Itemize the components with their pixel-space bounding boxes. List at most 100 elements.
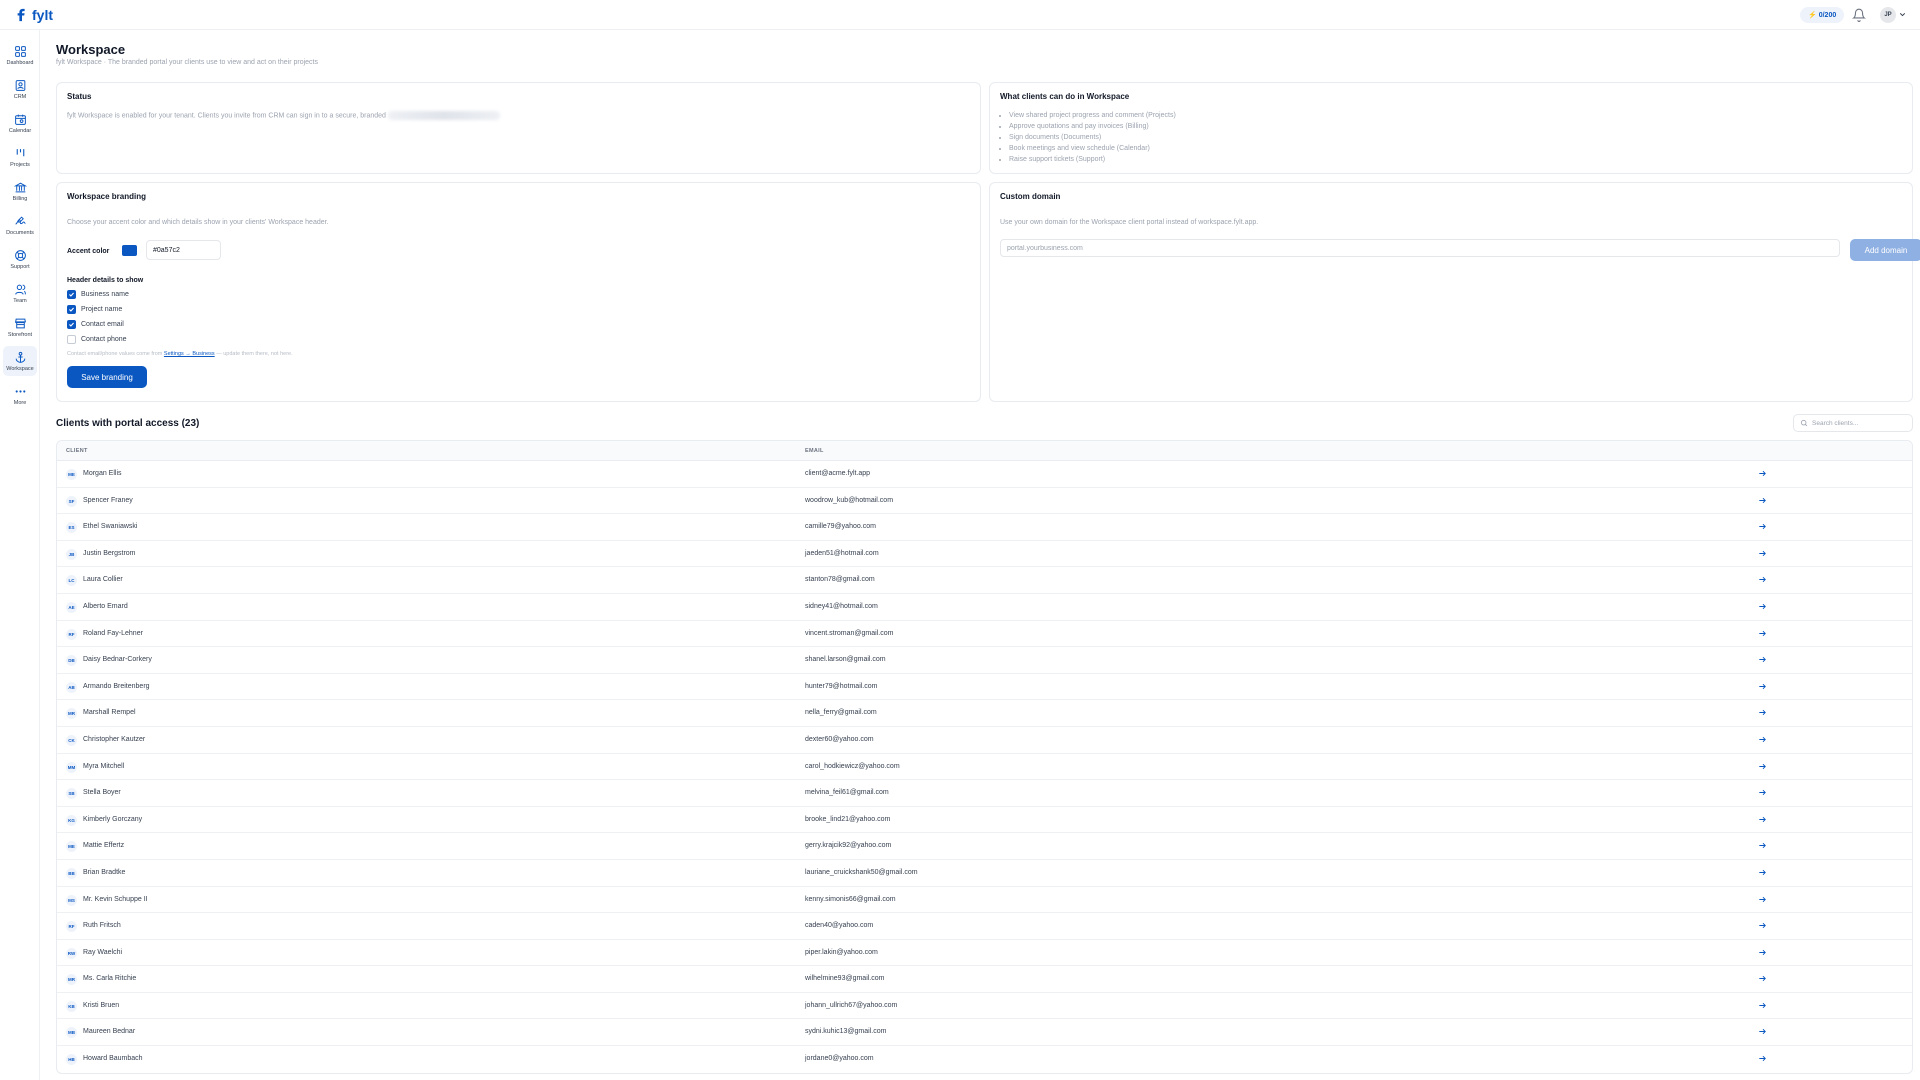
table-row[interactable]: KG Kimberly Gorczany brooke_lind21@yahoo.c…: [57, 807, 1912, 834]
table-row[interactable]: LC Laura Collier stanton78@gmail.com: [57, 567, 1912, 594]
open-arrow-icon[interactable]: [1757, 574, 1768, 585]
client-name: Marshall Rempel: [83, 709, 136, 717]
sidebar-item-projects[interactable]: Projects: [3, 142, 37, 172]
table-row[interactable]: MM Myra Mitchell carol_hodkiewicz@yahoo.co…: [57, 754, 1912, 781]
page-title: Workspace: [56, 42, 126, 57]
open-arrow-icon[interactable]: [1757, 761, 1768, 772]
save-branding-button[interactable]: Save branding: [67, 366, 147, 388]
open-arrow-icon[interactable]: [1757, 947, 1768, 958]
list-item: Sign documents (Documents): [1009, 132, 1176, 143]
table-row[interactable]: AE Alberto Emard sidney41@hotmail.com: [57, 594, 1912, 621]
client-name: Alberto Emard: [83, 602, 128, 610]
table-row[interactable]: MB Maureen Bednar sydni.kuhic13@gmail.com: [57, 1019, 1912, 1047]
sidebar-item-team[interactable]: Team: [3, 278, 37, 308]
bell-icon[interactable]: [1852, 8, 1866, 22]
open-arrow-icon[interactable]: [1757, 973, 1768, 984]
open-arrow-icon[interactable]: [1757, 601, 1768, 612]
table-row[interactable]: KB Kristi Bruen johann_ullrich67@yahoo.com: [57, 993, 1912, 1020]
open-arrow-icon[interactable]: [1757, 734, 1768, 745]
table-row[interactable]: RF Roland Fay-Lehner vincent.stroman@gmail…: [57, 621, 1912, 648]
sidebar-item-storefront[interactable]: Storefront: [3, 312, 37, 342]
table-row[interactable]: SB Stella Boyer melvina_feil61@gmail.com: [57, 780, 1912, 807]
open-arrow-icon[interactable]: [1757, 521, 1768, 532]
branding-card: Workspace branding Choose your accent co…: [56, 182, 981, 402]
checkbox-contact-phone[interactable]: [67, 335, 76, 344]
chevron-down-icon[interactable]: [1898, 10, 1907, 19]
brand-logo[interactable]: fylt: [15, 7, 53, 23]
table-row[interactable]: ES Ethel Swaniawski camille79@yahoo.com: [57, 514, 1912, 541]
open-arrow-icon[interactable]: [1757, 654, 1768, 665]
top-bar: fylt ⚡ 0/200 JP: [0, 0, 1920, 30]
client-name: Daisy Bednar-Corkery: [83, 656, 152, 664]
sidebar-item-label: Documents: [6, 229, 34, 236]
list-item: Book meetings and view schedule (Calenda…: [1009, 143, 1176, 154]
open-arrow-icon[interactable]: [1757, 1026, 1768, 1037]
table-row[interactable]: RW Ray Waelchi piper.lakin@yahoo.com: [57, 940, 1912, 967]
open-arrow-icon[interactable]: [1757, 920, 1768, 931]
open-arrow-icon[interactable]: [1757, 1053, 1768, 1064]
sidebar-item-more[interactable]: More: [3, 380, 37, 410]
table-row[interactable]: AB Armando Breitenberg hunter79@hotmail.co…: [57, 674, 1912, 701]
open-arrow-icon[interactable]: [1757, 867, 1768, 878]
client-email: sidney41@hotmail.com: [805, 602, 878, 610]
open-arrow-icon[interactable]: [1757, 548, 1768, 559]
domain-input[interactable]: [1000, 239, 1840, 257]
add-domain-button[interactable]: Add domain: [1850, 239, 1920, 261]
open-arrow-icon[interactable]: [1757, 707, 1768, 718]
checkbox-project-name[interactable]: [67, 305, 76, 314]
sidebar-item-dashboard[interactable]: Dashboard: [3, 40, 37, 70]
sidebar-item-crm[interactable]: CRM: [3, 74, 37, 104]
accent-color-input[interactable]: [146, 240, 221, 260]
table-row[interactable]: BB Brian Bradtke lauriane_cruickshank50@gm…: [57, 860, 1912, 887]
search-input[interactable]: [1812, 419, 1908, 427]
user-avatar[interactable]: JP: [1880, 7, 1896, 23]
open-arrow-icon[interactable]: [1757, 495, 1768, 506]
table-row[interactable]: DB Daisy Bednar-Corkery shanel.larson@gmai…: [57, 647, 1912, 674]
table-row[interactable]: MR Marshall Rempel nella_ferry@gmail.com: [57, 700, 1912, 727]
sidebar-item-calendar[interactable]: Calendar: [3, 108, 37, 138]
accent-color-swatch[interactable]: [122, 245, 137, 256]
client-email: carol_hodkiewicz@yahoo.com: [805, 762, 900, 770]
open-arrow-icon[interactable]: [1757, 628, 1768, 639]
open-arrow-icon[interactable]: [1757, 1000, 1768, 1011]
checkbox-business-name[interactable]: [67, 290, 76, 299]
table-row[interactable]: HB Howard Baumbach jordane0@yahoo.com: [57, 1046, 1912, 1073]
open-arrow-icon[interactable]: [1757, 468, 1768, 479]
option-business-name[interactable]: Business name: [67, 290, 129, 299]
sidebar-item-documents[interactable]: Documents: [3, 210, 37, 240]
table-row[interactable]: SF Spencer Franey woodrow_kub@hotmail.com: [57, 488, 1912, 515]
client-search[interactable]: [1793, 414, 1913, 432]
table-row[interactable]: JB Justin Bergstrom jaeden51@hotmail.com: [57, 541, 1912, 568]
client-name: Brian Bradtke: [83, 868, 126, 876]
open-arrow-icon[interactable]: [1757, 681, 1768, 692]
table-row[interactable]: ME Morgan Ellis client@acme.fylt.app: [57, 461, 1912, 488]
table-row[interactable]: ME Mattie Effertz gerry.krajcik92@yahoo.co…: [57, 833, 1912, 860]
option-project-name[interactable]: Project name: [67, 305, 122, 314]
sidebar-item-billing[interactable]: Billing: [3, 176, 37, 206]
client-name: Ray Waelchi: [83, 948, 123, 956]
client-email: stanton78@gmail.com: [805, 576, 875, 584]
table-row[interactable]: MR Ms. Carla Ritchie wilhelmine93@gmail.co…: [57, 966, 1912, 993]
option-contact-email[interactable]: Contact email: [67, 320, 124, 329]
open-arrow-icon[interactable]: [1757, 814, 1768, 825]
credits-badge[interactable]: ⚡ 0/200: [1800, 7, 1845, 23]
sidebar-item-label: Workspace: [6, 365, 34, 372]
open-arrow-icon[interactable]: [1757, 894, 1768, 905]
client-email: caden40@yahoo.com: [805, 922, 874, 930]
table-row[interactable]: RF Ruth Fritsch caden40@yahoo.com: [57, 913, 1912, 940]
status-card-title: Status: [67, 92, 92, 101]
table-row[interactable]: MS Mr. Kevin Schuppe II kenny.simonis66@gm…: [57, 887, 1912, 914]
client-name: Maureen Bednar: [83, 1028, 136, 1036]
client-initials-avatar: ME: [66, 469, 77, 480]
checkbox-contact-email[interactable]: [67, 320, 76, 329]
sidebar-item-support[interactable]: Support: [3, 244, 37, 274]
more-icon: [15, 389, 25, 393]
client-email: client@acme.fylt.app: [805, 470, 871, 477]
client-email: melvina_feil61@gmail.com: [805, 789, 889, 797]
table-row[interactable]: CK Christopher Kautzer dexter60@yahoo.com: [57, 727, 1912, 754]
open-arrow-icon[interactable]: [1757, 787, 1768, 798]
option-contact-phone[interactable]: Contact phone: [67, 335, 127, 344]
sidebar-item-workspace[interactable]: Workspace: [3, 346, 37, 376]
settings-business-link[interactable]: Settings → Business: [164, 351, 215, 357]
open-arrow-icon[interactable]: [1757, 840, 1768, 851]
